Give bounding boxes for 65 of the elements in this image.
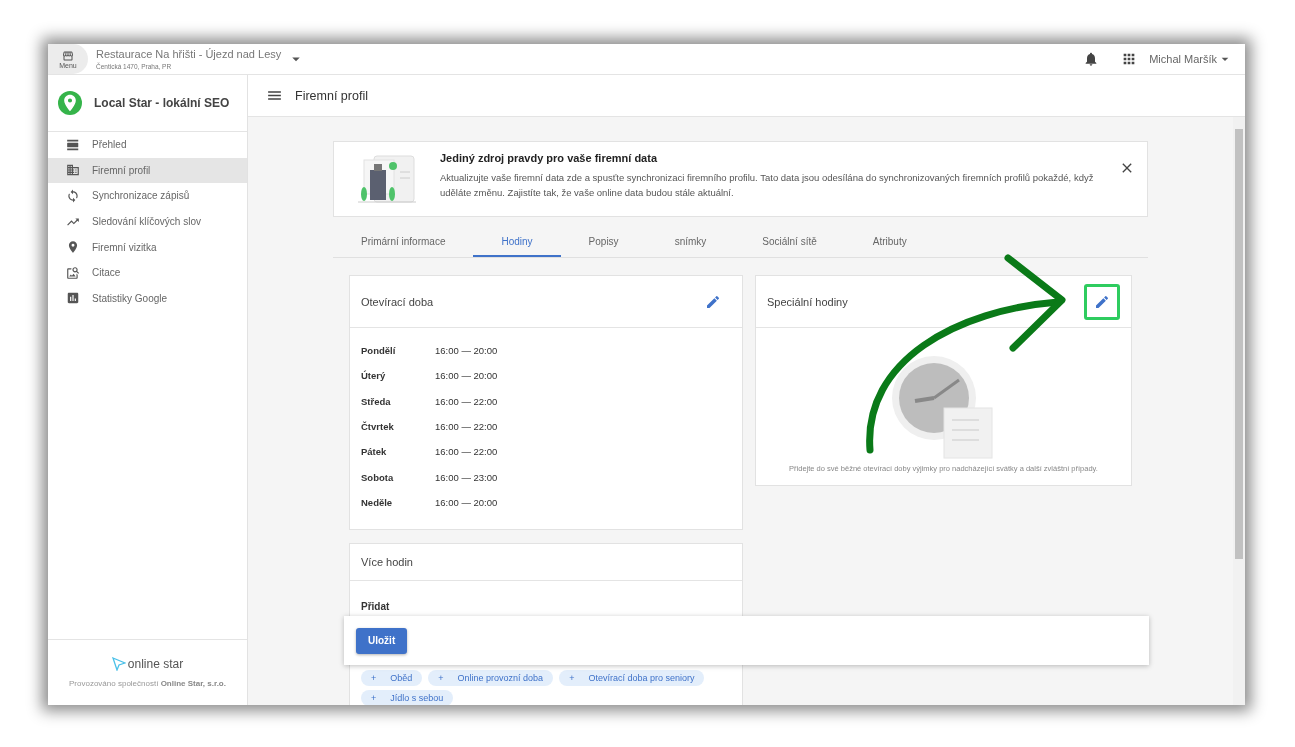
sync-icon xyxy=(66,189,80,203)
save-button[interactable]: Uložit xyxy=(356,627,408,654)
day-name: Neděle xyxy=(361,496,394,508)
add-hours-chip[interactable]: + Online provozní doba xyxy=(428,670,554,687)
pin-logo-icon xyxy=(58,91,82,115)
sidebar-item[interactable]: Firemní profil xyxy=(48,157,247,184)
building-icon xyxy=(66,163,80,178)
store-icon xyxy=(62,49,74,62)
sidebar-label: Citace xyxy=(92,267,121,279)
sidebar-label: Sledování klíčových slov xyxy=(92,216,201,228)
tab[interactable]: Atributy xyxy=(844,227,935,257)
tab[interactable]: Hodiny xyxy=(473,227,561,257)
day-name: Čtvrtek xyxy=(361,421,395,433)
sidebar-label: Synchronizace zápisů xyxy=(92,190,190,202)
card-title: Otevírací doba xyxy=(361,295,434,308)
tab[interactable]: Sociální sítě xyxy=(734,227,845,257)
footer-logo: online star xyxy=(127,657,184,671)
hours-range: 16:00 — 20:00 xyxy=(435,370,498,382)
tab[interactable]: Primární informace xyxy=(333,227,474,257)
add-label: Přidat xyxy=(361,601,391,613)
sidebar-item[interactable]: Citace xyxy=(48,259,247,286)
star-logo-icon xyxy=(111,657,126,671)
sidebar-item[interactable]: Sledování klíčových slov xyxy=(48,208,247,235)
pin-icon xyxy=(66,240,80,255)
search-icon xyxy=(66,265,80,280)
business-name: Restaurace Na hřišti - Újezd nad Lesy xyxy=(96,48,282,60)
user-name[interactable]: Michal Maršík xyxy=(1149,53,1217,65)
sidebar-label: Firemní profil xyxy=(92,164,151,176)
sidebar-label: Statistiky Google xyxy=(92,292,168,304)
sidebar-item[interactable]: Firemní vizitka xyxy=(48,234,247,260)
hours-range: 16:00 — 22:00 xyxy=(435,446,498,458)
footer-text: Provozováno společností Online Star, s.r.o. xyxy=(69,679,226,688)
day-name: Úterý xyxy=(361,370,387,382)
add-hours-chip[interactable]: + Otevírací doba pro seniory xyxy=(559,670,705,687)
banner-text: Aktualizujte vaše firemní data zde a spusťte synchronizaci firemního profilu. Tato data jsou odesílána do synchronizovaných firemních profilů pokaždé, když uděláte změnu. Zajistíte tak, že vaše online data budou stále aktuální. xyxy=(440,171,1095,200)
add-hours-chip[interactable]: + Oběd xyxy=(361,670,423,687)
sidebar-label: Přehled xyxy=(92,139,127,151)
day-name: Středa xyxy=(361,395,392,407)
card-title: Speciální hodiny xyxy=(767,295,848,308)
sidebar-item[interactable]: Přehled xyxy=(48,132,247,158)
pencil-icon xyxy=(1094,293,1110,310)
banner-title: Jediný zdroj pravdy pro vaše firemní data xyxy=(440,152,659,164)
day-name: Pátek xyxy=(361,446,388,458)
tab[interactable]: snímky xyxy=(646,227,735,257)
hours-range: 16:00 — 20:00 xyxy=(435,345,498,357)
edit-button[interactable] xyxy=(1084,283,1120,320)
day-name: Sobota xyxy=(361,471,395,483)
day-name: Pondělí xyxy=(361,345,397,357)
pencil-icon xyxy=(705,293,721,310)
card-title: Více hodin xyxy=(361,556,413,569)
hours-range: 16:00 — 22:00 xyxy=(435,395,498,407)
hours-range: 16:00 — 20:00 xyxy=(435,496,498,508)
sidebar-label: Firemní vizitka xyxy=(92,241,157,253)
add-hours-chip[interactable]: + Jídlo s sebou xyxy=(361,690,454,705)
sidebar-item[interactable]: Statistiky Google xyxy=(48,285,247,312)
chart-icon xyxy=(66,291,80,306)
app-title: Local Star - lokální SEO xyxy=(94,96,230,110)
scrollbar-thumb[interactable] xyxy=(1235,129,1243,559)
hours-range: 16:00 — 22:00 xyxy=(435,421,498,433)
page-title: Firemní profil xyxy=(295,88,368,103)
layout-icon xyxy=(66,137,80,152)
hours-range: 16:00 — 23:00 xyxy=(435,471,498,483)
sidebar-item[interactable]: Synchronizace zápisů xyxy=(48,183,247,209)
building-illustration xyxy=(356,152,418,206)
tab[interactable]: Popisy xyxy=(560,227,647,257)
